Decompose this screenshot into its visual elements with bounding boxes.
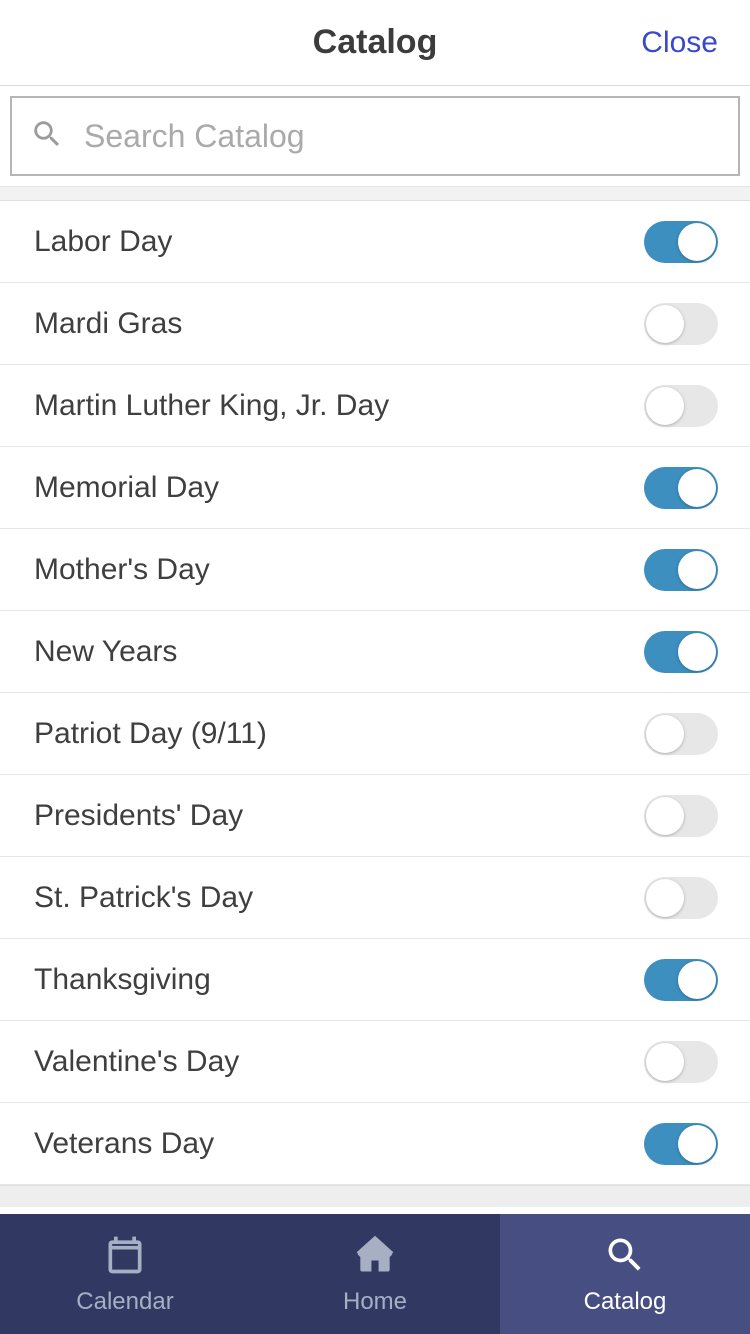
header: Catalog Close — [0, 0, 750, 86]
list-item: Veterans Day — [0, 1103, 750, 1185]
toggle-switch[interactable] — [644, 631, 718, 673]
toggle-switch[interactable] — [644, 795, 718, 837]
toggle-switch[interactable] — [644, 1123, 718, 1165]
page-title: Catalog — [313, 23, 438, 62]
close-button[interactable]: Close — [641, 26, 718, 60]
toggle-switch[interactable] — [644, 467, 718, 509]
search-box[interactable] — [10, 96, 740, 176]
divider — [0, 1185, 750, 1207]
list-item: Presidents' Day — [0, 775, 750, 857]
tab-label: Calendar — [76, 1288, 173, 1316]
toggle-knob — [678, 961, 716, 999]
list-item: New Years — [0, 611, 750, 693]
toggle-knob — [678, 1125, 716, 1163]
list-item-label: Veterans Day — [34, 1127, 214, 1161]
search-input[interactable] — [84, 118, 720, 155]
list-item-label: New Years — [34, 635, 177, 669]
list-item-label: Labor Day — [34, 225, 172, 259]
search-icon — [30, 117, 64, 156]
toggle-knob — [646, 715, 684, 753]
list-item: Valentine's Day — [0, 1021, 750, 1103]
tab-calendar[interactable]: Calendar — [0, 1214, 250, 1334]
list-item-label: St. Patrick's Day — [34, 881, 253, 915]
toggle-knob — [646, 797, 684, 835]
tab-home[interactable]: Home — [250, 1214, 500, 1334]
toggle-knob — [646, 305, 684, 343]
toggle-knob — [678, 633, 716, 671]
list-item-label: Mother's Day — [34, 553, 210, 587]
list-item-label: Memorial Day — [34, 471, 219, 505]
home-icon — [353, 1233, 397, 1282]
toggle-knob — [678, 551, 716, 589]
toggle-switch[interactable] — [644, 221, 718, 263]
calendar-icon — [103, 1233, 147, 1282]
toggle-knob — [678, 223, 716, 261]
toggle-switch[interactable] — [644, 713, 718, 755]
toggle-switch[interactable] — [644, 385, 718, 427]
catalog-list: Labor Day Mardi Gras Martin Luther King, J… — [0, 201, 750, 1185]
toggle-switch[interactable] — [644, 303, 718, 345]
list-item-label: Valentine's Day — [34, 1045, 239, 1079]
list-item: Mother's Day — [0, 529, 750, 611]
search-icon — [603, 1233, 647, 1282]
toggle-knob — [646, 1043, 684, 1081]
tab-label: Catalog — [584, 1288, 667, 1316]
tab-bar: Calendar Home Catalog — [0, 1214, 750, 1334]
toggle-switch[interactable] — [644, 549, 718, 591]
list-item: Memorial Day — [0, 447, 750, 529]
list-item: Thanksgiving — [0, 939, 750, 1021]
toggle-switch[interactable] — [644, 877, 718, 919]
toggle-knob — [646, 387, 684, 425]
list-item-label: Martin Luther King, Jr. Day — [34, 389, 389, 423]
list-item-label: Mardi Gras — [34, 307, 182, 341]
list-item: Patriot Day (9/11) — [0, 693, 750, 775]
list-item-label: Thanksgiving — [34, 963, 211, 997]
search-bar — [0, 86, 750, 187]
tab-label: Home — [343, 1288, 407, 1316]
toggle-switch[interactable] — [644, 1041, 718, 1083]
list-item: St. Patrick's Day — [0, 857, 750, 939]
tab-catalog[interactable]: Catalog — [500, 1214, 750, 1334]
list-item-label: Presidents' Day — [34, 799, 243, 833]
list-item-label: Patriot Day (9/11) — [34, 717, 267, 751]
toggle-knob — [678, 469, 716, 507]
toggle-switch[interactable] — [644, 959, 718, 1001]
toggle-knob — [646, 879, 684, 917]
list-item: Labor Day — [0, 201, 750, 283]
list-item: Martin Luther King, Jr. Day — [0, 365, 750, 447]
list-item: Mardi Gras — [0, 283, 750, 365]
divider — [0, 187, 750, 201]
